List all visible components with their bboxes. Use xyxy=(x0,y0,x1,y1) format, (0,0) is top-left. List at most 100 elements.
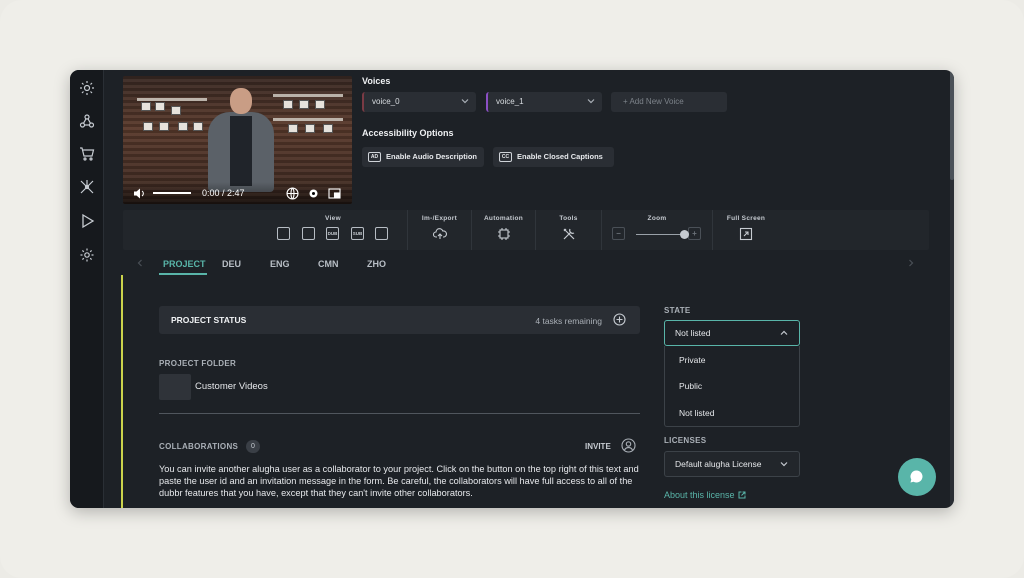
volume-icon[interactable] xyxy=(133,187,146,200)
tasks-remaining: 4 tasks remaining xyxy=(535,316,602,326)
about-license-link[interactable]: About this license xyxy=(664,490,746,500)
side-rail xyxy=(70,70,104,508)
fullscreen-icon[interactable] xyxy=(739,227,753,241)
accessibility-title: Accessibility Options xyxy=(362,128,454,138)
closed-captions-button[interactable]: CC Enable Closed Captions xyxy=(493,147,614,167)
chevron-right-icon[interactable] xyxy=(906,258,916,268)
collaborations-description: You can invite another alugha user as a … xyxy=(159,464,639,498)
tab-cmn[interactable]: CMN xyxy=(318,259,339,269)
video-time: 0:00 / 2:47 xyxy=(202,188,245,198)
video-controls: 0:00 / 2:47 xyxy=(123,182,352,204)
state-dropdown-menu: Private Public Not listed xyxy=(664,346,800,427)
list-view-icon[interactable] xyxy=(302,227,315,240)
voice-select-1[interactable]: voice_1 xyxy=(486,92,602,112)
editor-toolbar: View DUB SUB Im-/Export Automation Tools… xyxy=(123,210,929,250)
state-label: STATE xyxy=(664,306,691,315)
language-tabs: PROJECT DEU ENG CMN ZHO xyxy=(123,253,929,275)
audio-description-button[interactable]: AD Enable Audio Description xyxy=(362,147,484,167)
nodes-icon[interactable] xyxy=(79,179,95,195)
cart-icon[interactable] xyxy=(79,146,95,162)
settings-icon[interactable] xyxy=(79,247,95,263)
chevron-up-icon xyxy=(779,328,789,338)
zoom-label: Zoom xyxy=(647,215,667,222)
toolbar-group-zoom: Zoom − + xyxy=(602,210,713,250)
voices-title: Voices xyxy=(362,76,391,86)
document-view-icon[interactable] xyxy=(375,227,388,240)
state-option-private[interactable]: Private xyxy=(679,355,705,365)
collaborations-label: COLLABORATIONS xyxy=(159,442,239,451)
logo-icon[interactable] xyxy=(79,80,95,96)
play-icon[interactable] xyxy=(79,213,95,229)
state-option-public[interactable]: Public xyxy=(679,381,702,391)
license-selected-value: Default alugha License xyxy=(675,459,762,469)
chat-button[interactable] xyxy=(898,458,936,496)
tab-zho[interactable]: ZHO xyxy=(367,259,386,269)
voice-select-0-label: voice_0 xyxy=(372,97,400,106)
zoom-slider[interactable] xyxy=(636,234,684,235)
invite-label[interactable]: INVITE xyxy=(585,442,611,451)
layout-view-icon[interactable] xyxy=(277,227,290,240)
cloud-upload-icon[interactable] xyxy=(433,227,447,241)
tools-label: Tools xyxy=(559,215,578,222)
user-add-icon[interactable] xyxy=(621,438,636,453)
zoom-out-button[interactable]: − xyxy=(612,227,625,240)
project-folder-label: PROJECT FOLDER xyxy=(159,359,237,368)
volume-slider[interactable] xyxy=(153,192,191,194)
add-voice-button[interactable]: + Add New Voice xyxy=(611,92,727,112)
toolbar-group-automation: Automation xyxy=(472,210,536,250)
im-export-label: Im-/Export xyxy=(421,215,458,222)
folder-icon[interactable] xyxy=(159,374,191,400)
scrollbar-thumb[interactable] xyxy=(950,70,954,180)
project-status-bar: PROJECT STATUS 4 tasks remaining xyxy=(159,306,640,334)
project-status-title: PROJECT STATUS xyxy=(171,315,247,325)
automation-label: Automation xyxy=(483,215,524,222)
add-voice-label: Add New Voice xyxy=(629,97,684,106)
full-screen-label: Full Screen xyxy=(726,215,766,222)
sub-view-button[interactable]: SUB xyxy=(351,227,364,240)
tab-project[interactable]: PROJECT xyxy=(163,259,206,269)
tools-icon[interactable] xyxy=(562,227,576,241)
chevron-left-icon[interactable] xyxy=(135,258,145,268)
state-option-not-listed[interactable]: Not listed xyxy=(679,408,714,418)
language-globe-icon[interactable] xyxy=(286,187,299,200)
add-circle-icon[interactable] xyxy=(613,313,626,326)
zoom-slider-handle[interactable] xyxy=(680,230,689,239)
active-tab-indicator xyxy=(159,273,207,275)
toolbar-group-tools: Tools xyxy=(536,210,602,250)
tab-eng[interactable]: ENG xyxy=(270,259,290,269)
chevron-down-icon xyxy=(779,459,789,469)
highlight-line xyxy=(121,275,123,508)
scrollbar[interactable] xyxy=(950,70,954,508)
about-license-label: About this license xyxy=(664,490,735,500)
state-selected-value: Not listed xyxy=(675,328,711,338)
closed-captions-icon: CC xyxy=(499,152,512,162)
voice-select-0[interactable]: voice_0 xyxy=(362,92,476,112)
folder-name[interactable]: Customer Videos xyxy=(195,381,268,392)
state-select[interactable]: Not listed xyxy=(664,320,800,346)
toolbar-group-import-export: Im-/Export xyxy=(408,210,472,250)
tab-deu[interactable]: DEU xyxy=(222,259,241,269)
app-window: 0:00 / 2:47 Voices voice_0 voice_1 + Add… xyxy=(70,70,954,508)
dub-view-button[interactable]: DUB xyxy=(326,227,339,240)
chat-bubble-icon xyxy=(909,469,924,484)
audio-description-icon: AD xyxy=(368,152,381,162)
audio-description-label: Enable Audio Description xyxy=(386,152,477,161)
external-link-icon xyxy=(738,491,746,499)
divider xyxy=(159,413,640,414)
collaborations-count: 0 xyxy=(246,440,260,453)
voice-select-1-label: voice_1 xyxy=(496,97,524,106)
zoom-in-button[interactable]: + xyxy=(688,227,701,240)
picture-in-picture-icon[interactable] xyxy=(328,187,341,200)
network-icon[interactable] xyxy=(79,113,95,129)
licenses-label: LICENSES xyxy=(664,436,707,445)
video-settings-icon[interactable] xyxy=(307,187,320,200)
license-select[interactable]: Default alugha License xyxy=(664,451,800,477)
toolbar-group-fullscreen: Full Screen xyxy=(713,210,779,250)
toolbar-group-view: View DUB SUB xyxy=(259,210,408,250)
chevron-down-icon xyxy=(586,96,596,106)
video-player[interactable]: 0:00 / 2:47 xyxy=(123,76,352,204)
chevron-down-icon xyxy=(460,96,470,106)
view-label: View xyxy=(325,215,341,222)
closed-captions-label: Enable Closed Captions xyxy=(517,152,603,161)
ai-chip-icon[interactable] xyxy=(497,227,511,241)
